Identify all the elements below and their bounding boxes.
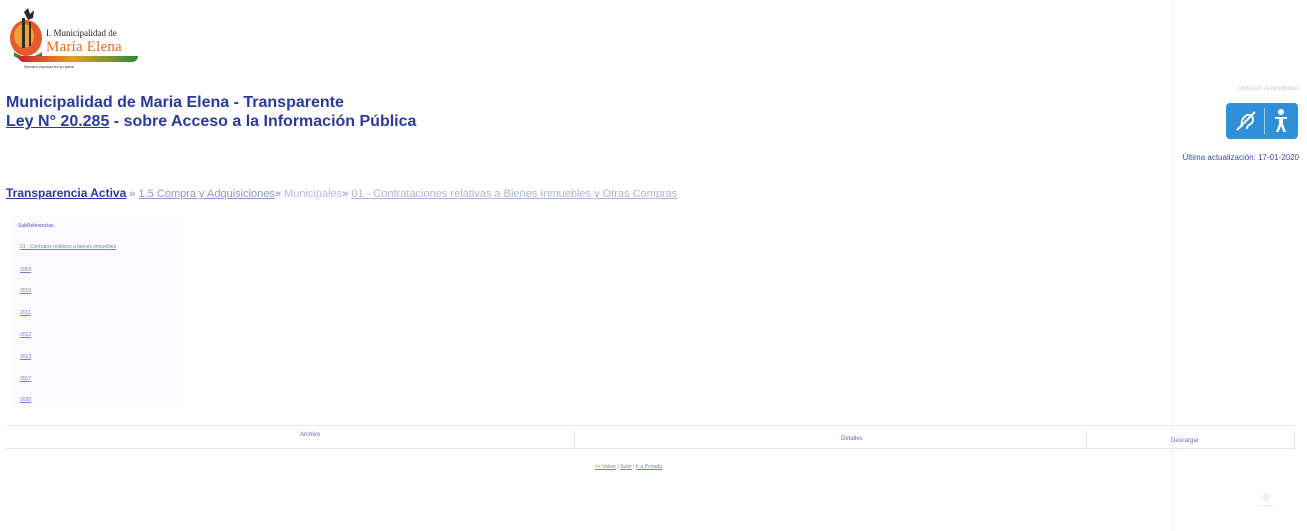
person-accessibility-icon [1274, 109, 1287, 132]
accessibility-label: Inclusión Accesibilidad [1238, 86, 1299, 92]
law-link[interactable]: Ley N° 20.285 [6, 113, 109, 130]
subreference-item[interactable]: 2013 [20, 354, 31, 360]
page-subtitle: Ley N° 20.285 - sobre Acceso a la Inform… [6, 113, 416, 131]
breadcrumb-separator: » [274, 188, 282, 200]
table-top-border [6, 425, 1295, 426]
breadcrumb: Transparencia Activa » 1.5 Compra y Adqu… [6, 186, 677, 200]
home-link[interactable]: Ir a Portada [636, 464, 662, 470]
logo-line2: María Elena [46, 39, 122, 55]
accessibility-button[interactable] [1226, 103, 1298, 139]
column-divider [1086, 430, 1087, 448]
subreference-item[interactable]: 01 - Contratos relativos a bienes inmueb… [20, 244, 116, 250]
column-archivo: Archivo [300, 432, 321, 438]
subreference-item[interactable]: 2017 [20, 376, 31, 382]
subreference-item[interactable]: 2010 [20, 288, 31, 294]
files-table-header: Archivo Detalles Descargar [6, 430, 1295, 449]
subreferences-title: SubReferencias [18, 223, 54, 229]
footer-links: << Volver | Subir | Ir a Portada [595, 464, 662, 470]
column-divider [574, 430, 575, 448]
hearing-accessibility-icon [1235, 111, 1256, 131]
subreference-item[interactable]: 2011 [20, 310, 31, 316]
page-divider [1172, 0, 1173, 531]
last-update: Última actualización: 17-01-2020 [1182, 153, 1299, 162]
law-description: - sobre Acceso a la Información Pública [109, 113, 417, 130]
logo-stripe [18, 56, 138, 62]
up-link[interactable]: Subir [620, 464, 632, 470]
subreferences-panel: SubReferencias 01 - Contratos relativos … [11, 216, 183, 408]
back-link[interactable]: << Volver [595, 464, 616, 470]
column-divider [1294, 430, 1295, 448]
subreference-item[interactable]: 2009 [20, 267, 31, 273]
breadcrumb-level2[interactable]: Municipales [284, 188, 342, 200]
column-detalles: Detalles [841, 436, 863, 442]
logo-tagline: Nuestro espacio es su parte [24, 64, 74, 69]
breadcrumb-level1[interactable]: 1.5 Compra y Adquisiciones [139, 188, 275, 200]
page-title: Municipalidad de Maria Elena - Transpare… [6, 94, 344, 111]
logo-line1: I. Municipalidad de [46, 28, 117, 38]
breadcrumb-separator: » [342, 188, 349, 200]
scroll-top-icon[interactable] [1254, 488, 1278, 508]
municipality-logo[interactable]: I. Municipalidad de María Elena Nuestro … [8, 6, 140, 72]
subreference-item[interactable]: 2020 [20, 397, 31, 403]
breadcrumb-separator: » [129, 188, 136, 200]
column-descargar: Descargar [1171, 438, 1199, 444]
accessibility-separator [1263, 108, 1265, 134]
breadcrumb-root[interactable]: Transparencia Activa [6, 186, 126, 200]
breadcrumb-level3[interactable]: 01 - Contrataciones relativas a Bienes I… [351, 188, 677, 200]
subreference-item[interactable]: 2012 [20, 332, 31, 338]
